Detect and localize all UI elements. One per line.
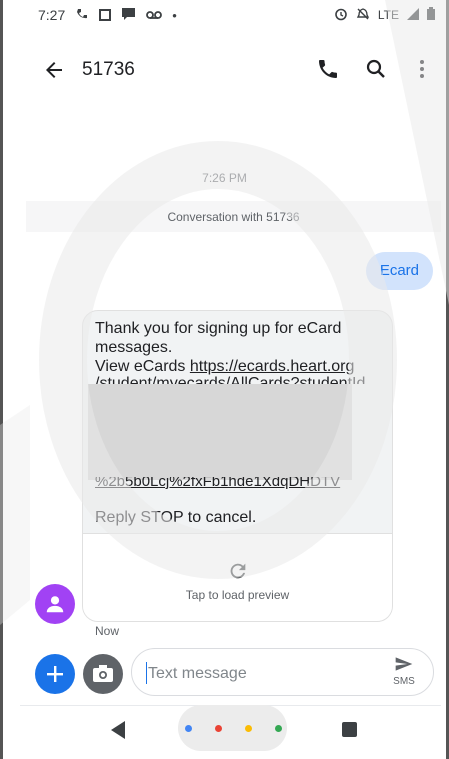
app-bar: 51736 [0,48,449,92]
back-arrow-icon[interactable] [42,58,66,82]
sent-message-text: Ecard [379,262,419,279]
plus-icon [47,666,63,682]
message-line-2-prefix: View eCards [95,358,190,375]
ecards-link[interactable]: https://ecards.heart.org [190,358,355,375]
nav-dot-red [215,725,222,732]
add-attachment-button[interactable] [35,654,75,694]
ecards-link-continued[interactable]: /student/myecards/AllCards?studentId [95,374,380,384]
message-timestamp: 7:26 PM [202,171,247,185]
conversation-title: 51736 [82,59,135,80]
network-label: LTE [377,8,399,22]
refresh-icon[interactable] [227,560,249,582]
send-button[interactable]: SMS [391,655,417,687]
nav-dot-yellow [245,725,252,732]
search-icon[interactable] [364,57,388,86]
signal-icon [407,7,419,23]
message-icon [121,7,136,24]
battery-icon [427,7,435,23]
nav-dot-green [275,725,282,732]
nav-dot-blue [185,725,192,732]
phone-icon[interactable] [316,57,340,86]
person-icon [46,596,64,613]
link-preview[interactable]: Tap to load preview [83,533,392,621]
conversation-header-label: Conversation with 51736 [167,209,300,224]
received-message-body: Thank you for signing up for eCard messa… [95,319,383,376]
voicemail-icon [146,8,163,23]
mute-icon [356,7,370,24]
send-mode-label: SMS [393,676,415,687]
wifi-calling-icon [75,7,89,24]
reply-stop-text: Reply STOP to cancel. [95,509,257,526]
nav-recents-icon[interactable] [342,722,357,737]
dot-icon: • [172,7,177,23]
nav-back-icon[interactable] [109,720,127,745]
nav-home-button[interactable] [178,705,287,751]
message-input[interactable] [146,661,370,687]
ecards-link-tail[interactable]: %2b5b0Lcj%2fxFb1hde1XdqDHDTV [95,477,380,489]
status-time: 7:27 [38,7,66,23]
contact-avatar[interactable] [35,584,75,624]
preview-label: Tap to load preview [185,588,290,602]
status-bar: 7:27 • LTE [0,0,449,30]
message-line-1: Thank you for signing up for eCard messa… [95,320,342,356]
camera-icon [93,665,113,682]
received-message-bubble[interactable]: Thank you for signing up for eCard messa… [82,310,393,622]
send-icon [395,657,413,671]
image-icon [99,9,112,21]
more-vert-icon[interactable] [410,57,434,86]
message-time: Now [95,624,120,638]
redaction-box [88,384,352,480]
sent-message-bubble[interactable]: Ecard [365,252,433,290]
gallery-button[interactable] [83,654,123,694]
conversation-header: Conversation with 51736 [26,201,441,232]
alarm-icon [334,7,348,24]
compose-field[interactable]: SMS [131,648,434,696]
